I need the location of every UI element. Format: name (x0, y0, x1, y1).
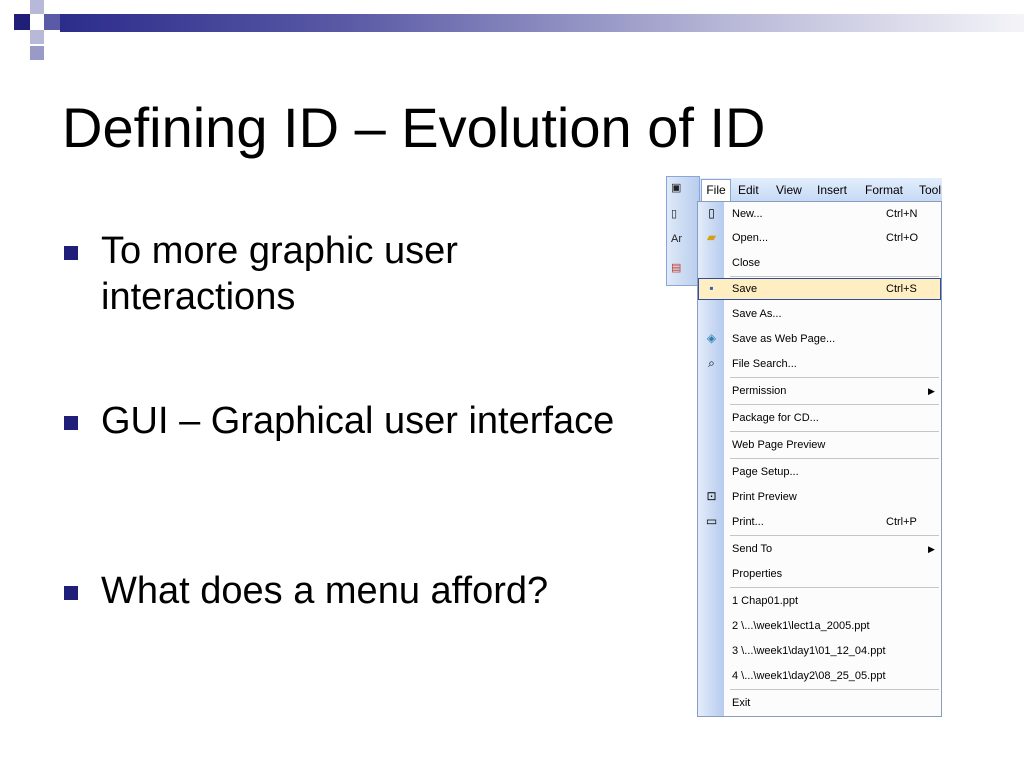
new-document-icon[interactable]: ▯ (671, 207, 695, 227)
menu-item-label: Close (732, 257, 761, 269)
menu-file[interactable]: File (701, 179, 731, 201)
menu-insert[interactable]: Insert (817, 182, 847, 198)
menu-item-label: 1 Chap01.ppt (732, 595, 799, 607)
bullet-square-icon (64, 586, 78, 600)
menu-item-label: Exit (732, 697, 751, 709)
menu-item-send-to[interactable]: Send To ▶ (698, 538, 941, 560)
menu-item-open[interactable]: ▰ Open... Ctrl+O (698, 227, 941, 249)
menu-item-label: New... (732, 208, 763, 220)
menu-item-label: Package for CD... (732, 412, 819, 424)
deco-square (30, 30, 44, 44)
menu-separator (730, 689, 939, 690)
menu-bar: File Edit View Insert Format Tool (700, 178, 942, 202)
bullet-square-icon (64, 416, 78, 430)
menu-item-label: Print Preview (732, 491, 797, 503)
menu-item-label: 3 \...\week1\day1\01_12_04.ppt (732, 645, 886, 657)
menu-item-package-cd[interactable]: Package for CD... (698, 407, 941, 429)
menu-item-recent-2[interactable]: 2 \...\week1\lect1a_2005.ppt (698, 615, 941, 637)
menu-item-label: Send To (732, 543, 773, 555)
menu-separator (730, 431, 939, 432)
menu-item-label: Save as Web Page... (732, 333, 836, 345)
menu-item-label: 2 \...\week1\lect1a_2005.ppt (732, 620, 870, 632)
pdf-icon[interactable]: ▤ (671, 261, 695, 281)
print-preview-icon: ⊡ (706, 489, 717, 503)
bullet-text: GUI – Graphical user interface (101, 400, 615, 442)
menu-item-recent-4[interactable]: 4 \...\week1\day2\08_25_05.ppt (698, 665, 941, 687)
menu-item-label: Page Setup... (732, 466, 799, 478)
menu-view[interactable]: View (776, 182, 802, 198)
save-disk-icon: ▪ (709, 281, 714, 295)
menu-item-label: Save As... (732, 308, 782, 320)
menu-item-label: Properties (732, 568, 783, 580)
menu-separator (730, 458, 939, 459)
menu-item-shortcut: Ctrl+O (886, 232, 919, 244)
menu-separator (730, 587, 939, 588)
submenu-arrow-icon: ▶ (928, 544, 935, 554)
menu-item-page-setup[interactable]: Page Setup... (698, 461, 941, 483)
menu-item-exit[interactable]: Exit (698, 692, 941, 714)
menu-item-label: 4 \...\week1\day2\08_25_05.ppt (732, 670, 886, 682)
deco-square (30, 0, 44, 14)
font-box[interactable]: Ar (671, 233, 695, 253)
toolbar-strip: ▣ ▯ Ar ▤ (666, 176, 700, 286)
menu-item-permission[interactable]: Permission ▶ (698, 380, 941, 402)
menu-item-print[interactable]: ▭ Print... Ctrl+P (698, 511, 941, 533)
menu-item-print-preview[interactable]: ⊡ Print Preview (698, 486, 941, 508)
bullet-item: To more graphic user interactions (64, 228, 644, 320)
menu-item-save-as[interactable]: Save As... (698, 303, 941, 325)
menu-item-label: Print... (732, 516, 764, 528)
deco-square (44, 14, 60, 30)
menu-item-label: Web Page Preview (732, 439, 826, 451)
deco-square (30, 46, 44, 60)
menu-item-web-preview[interactable]: Web Page Preview (698, 434, 941, 456)
menu-item-shortcut: Ctrl+P (886, 516, 917, 528)
printer-icon: ▭ (705, 514, 718, 528)
slide-title: Defining ID – Evolution of ID (62, 96, 766, 159)
menu-format[interactable]: Format (865, 182, 903, 198)
web-page-icon: ◈ (706, 331, 717, 345)
menu-item-label: File Search... (732, 358, 797, 370)
menu-item-save[interactable]: ▪ Save Ctrl+S (698, 278, 941, 300)
menu-item-shortcut: Ctrl+S (886, 283, 917, 295)
menu-item-file-search[interactable]: ⌕ File Search... (698, 353, 941, 375)
menu-item-recent-3[interactable]: 3 \...\week1\day1\01_12_04.ppt (698, 640, 941, 662)
menu-separator (730, 404, 939, 405)
file-menu-dropdown: ▯ New... Ctrl+N ▰ Open... Ctrl+O Close ▪… (697, 201, 942, 717)
bullet-text: To more graphic user interactions (101, 230, 458, 318)
menu-item-close[interactable]: Close (698, 252, 941, 274)
menu-item-label: Permission (732, 385, 787, 397)
submenu-arrow-icon: ▶ (928, 386, 935, 396)
menu-item-new[interactable]: ▯ New... Ctrl+N (698, 203, 941, 225)
new-document-icon: ▯ (708, 206, 715, 220)
bullet-item: What does a menu afford? (64, 568, 644, 614)
menu-tools[interactable]: Tool (919, 182, 941, 198)
file-search-icon: ⌕ (708, 356, 715, 370)
title-banner (60, 14, 1024, 32)
menu-separator (730, 535, 939, 536)
deco-square (14, 14, 30, 30)
menu-item-recent-1[interactable]: 1 Chap01.ppt (698, 590, 941, 612)
menu-item-label: Open... (732, 232, 769, 244)
menu-item-shortcut: Ctrl+N (886, 208, 918, 220)
menu-item-properties[interactable]: Properties (698, 563, 941, 585)
open-folder-icon: ▰ (706, 230, 717, 244)
menu-separator (730, 377, 939, 378)
bullet-text: What does a menu afford? (101, 570, 549, 612)
bullet-item: GUI – Graphical user interface (64, 398, 644, 444)
menu-item-save-as-web[interactable]: ◈ Save as Web Page... (698, 328, 941, 350)
menu-item-label: Save (732, 283, 758, 295)
menu-edit[interactable]: Edit (738, 182, 759, 198)
app-icon[interactable]: ▣ (671, 181, 695, 201)
menu-separator (730, 276, 939, 277)
bullet-square-icon (64, 246, 78, 260)
